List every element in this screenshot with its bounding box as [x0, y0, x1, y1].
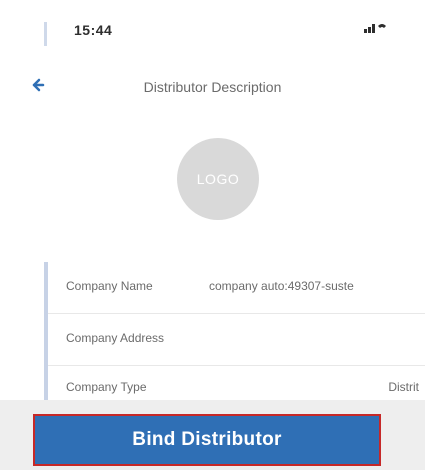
company-name-value: company auto:49307-suste	[209, 279, 354, 293]
company-name-label: Company Name	[66, 279, 153, 293]
bind-distributor-button[interactable]: Bind Distributor	[33, 414, 381, 466]
page-title: Distributor Description	[143, 79, 282, 95]
info-row-company-type: Company Type Distrit	[48, 366, 425, 404]
info-row-company-name: Company Name company auto:49307-suste	[48, 262, 425, 314]
status-time: 15:44	[74, 22, 113, 38]
company-address-label: Company Address	[66, 331, 165, 345]
info-row-company-address: Company Address	[48, 314, 425, 366]
distributor-info-list: Company Name company auto:49307-suste Co…	[44, 262, 425, 404]
logo-text: LOGO	[196, 171, 240, 187]
signal-icon	[364, 24, 386, 33]
status-bar	[0, 10, 425, 50]
signal-wifi-icons	[364, 20, 386, 36]
distributor-logo: LOGO	[177, 138, 259, 220]
company-type-label: Company Type	[66, 380, 147, 394]
company-type-value: Distrit	[388, 380, 419, 394]
